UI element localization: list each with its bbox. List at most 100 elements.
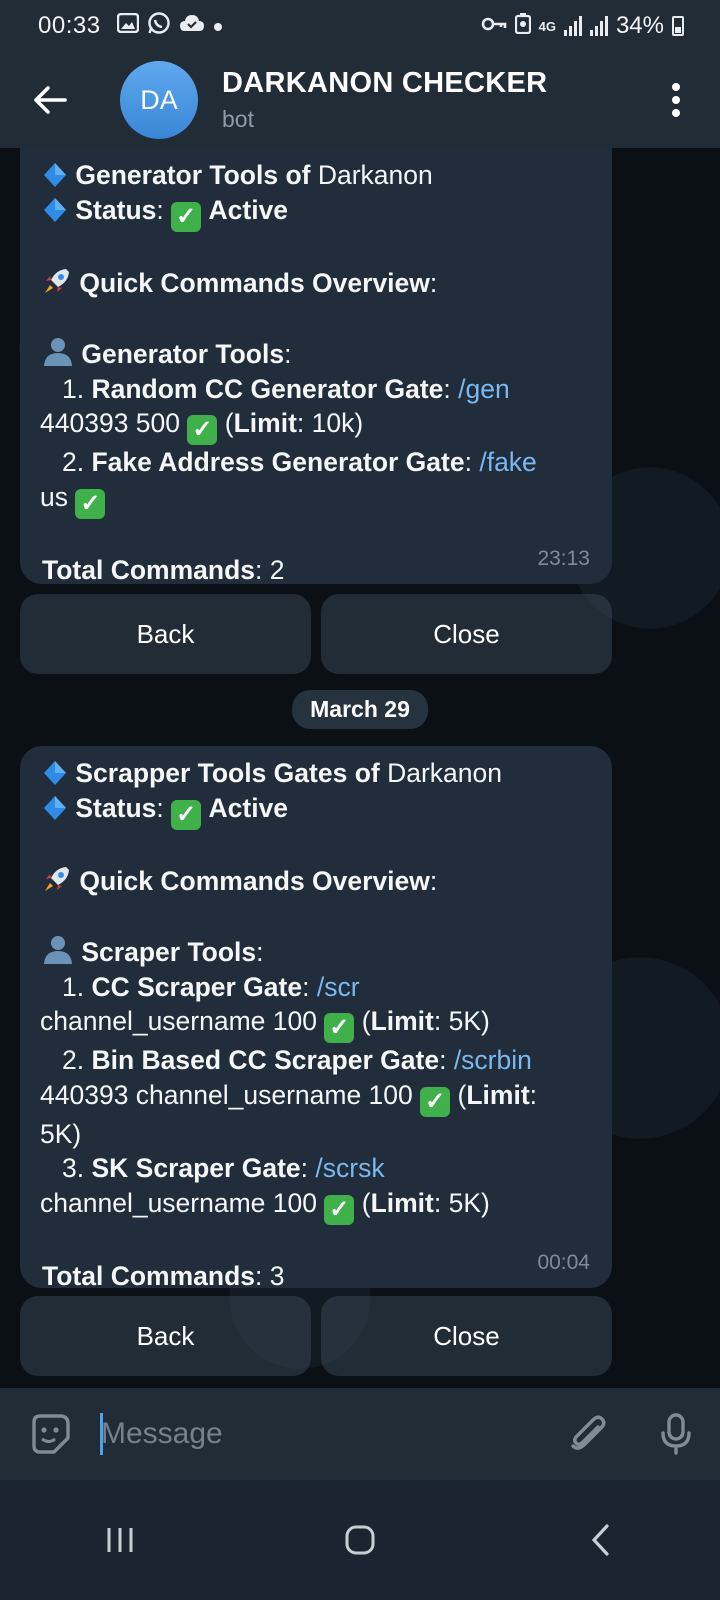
inline-keyboard: Back Close <box>20 1296 612 1376</box>
command-item: 3. SK Scraper Gate: /scrsk <box>42 1151 588 1186</box>
command-item: 1. Random CC Generator Gate: /gen <box>42 372 588 407</box>
recent-apps-icon <box>107 1528 133 1552</box>
command-args: us <box>40 481 68 512</box>
status-left: 00:33 <box>38 11 223 41</box>
signal-strength-icon-1 <box>563 16 582 36</box>
chat-subtitle: bot <box>222 106 254 132</box>
overview-heading: Quick Commands Overview <box>79 268 430 298</box>
status-right: 4G 34% <box>481 12 684 40</box>
back-button[interactable] <box>0 52 100 148</box>
chat-area[interactable]: Generator Tools of Darkanon Status: ✓ Ac… <box>0 148 720 1388</box>
message-line: 440393 500 ✓ (Limit: 10k) <box>40 408 364 445</box>
status-time: 00:33 <box>38 12 101 39</box>
status-bar: 00:33 4G 34% <box>0 0 720 52</box>
back-inline-button[interactable]: Back <box>20 594 311 674</box>
command-item: 2. Fake Address Generator Gate: /fake <box>42 445 588 480</box>
command-args: channel_username 100 <box>40 1187 317 1218</box>
message-line: Scrapper Tools Gates of Darkanon <box>42 756 588 791</box>
arrow-left-icon <box>34 86 67 114</box>
home-icon <box>345 1525 375 1555</box>
message-line: Status: ✓ Active <box>42 193 588 232</box>
system-navigation-bar <box>0 1480 720 1600</box>
message-line: 5K) <box>40 1117 588 1152</box>
attach-button[interactable] <box>544 1388 632 1480</box>
command-colon: : <box>464 447 472 477</box>
message-bubble: Scrapper Tools Gates of Darkanon Status:… <box>20 746 612 1291</box>
total-value: : 2 <box>255 555 285 585</box>
command-colon: : <box>302 971 310 1002</box>
message-line: Scraper Tools: <box>42 933 588 970</box>
battery-icon <box>672 16 684 36</box>
command-args: channel_username 100 <box>40 1006 317 1036</box>
section-colon: : <box>284 339 292 369</box>
close-inline-button[interactable]: Close <box>321 594 612 674</box>
voice-record-button[interactable] <box>632 1388 720 1480</box>
message-line: Generator Tools of Darkanon <box>42 158 588 193</box>
status-value: Active <box>208 194 289 225</box>
inline-keyboard: Back Close <box>20 594 612 674</box>
data-saver-icon <box>514 12 531 40</box>
message-input[interactable] <box>101 1417 544 1451</box>
command-link[interactable]: /scrsk <box>315 1153 384 1183</box>
section-heading: Scraper Tools <box>81 937 257 967</box>
more-vertical-icon <box>672 83 680 117</box>
limit-value: : 10k) <box>296 408 364 438</box>
emoji-button[interactable] <box>0 1388 100 1480</box>
back-inline-button[interactable]: Back <box>20 1296 311 1376</box>
message-line: Total Commands: 2 <box>42 553 588 588</box>
message-text: Darkanon <box>310 160 433 190</box>
item-number: 3. <box>62 1153 85 1183</box>
rocket-icon <box>45 867 69 891</box>
limit-value: 5K) <box>40 1118 82 1149</box>
microphone-icon <box>661 1413 691 1455</box>
chat-title-area[interactable]: DARKANON CHECKER bot <box>222 67 646 133</box>
command-name: Bin Based CC Scraper Gate <box>91 1045 440 1075</box>
system-back-button[interactable] <box>540 1500 660 1580</box>
more-notifications-dot-icon <box>213 15 223 38</box>
message-line: channel_username 100 ✓ (Limit: 5K) <box>40 1187 490 1225</box>
check-mark-icon: ✓ <box>75 488 106 519</box>
command-link[interactable]: /fake <box>479 447 536 477</box>
message-composer <box>0 1388 720 1480</box>
sticker-smile-icon <box>32 1414 70 1454</box>
command-link[interactable]: /scr <box>317 972 360 1002</box>
message-line: Status: ✓ Active <box>42 791 588 830</box>
battery-percent: 34% <box>615 12 664 39</box>
status-colon: : <box>156 194 164 225</box>
gallery-notification-icon <box>116 12 139 39</box>
close-inline-button[interactable]: Close <box>321 1296 612 1376</box>
command-colon: : <box>443 373 451 404</box>
item-number: 1. <box>62 971 85 1002</box>
message-line: 440393 channel_username 100 ✓ (Limit: <box>40 1079 538 1117</box>
recent-apps-button[interactable] <box>60 1500 180 1580</box>
limit-value: : 5K) <box>433 1006 490 1036</box>
command-link[interactable]: /scrbin <box>454 1045 532 1075</box>
command-name: Random CC Generator Gate <box>91 373 444 404</box>
home-button[interactable] <box>300 1500 420 1580</box>
message-line: Generator Tools: <box>42 335 588 372</box>
chat-header: DA DARKANON CHECKER bot <box>0 52 720 148</box>
more-options-button[interactable] <box>646 52 706 148</box>
command-colon: : <box>300 1153 309 1183</box>
blue-diamond-icon <box>44 163 66 187</box>
paperclip-icon <box>571 1415 606 1450</box>
item-number: 1. <box>62 373 85 404</box>
limit-label: Limit <box>233 408 297 438</box>
limit-label: Limit <box>370 1187 434 1218</box>
message-line: us ✓ <box>40 480 588 519</box>
message-bubble: Generator Tools of Darkanon Status: ✓ Ac… <box>20 148 612 585</box>
overview-heading: Quick Commands Overview <box>79 866 430 896</box>
avatar[interactable]: DA <box>120 61 198 139</box>
user-silhouette-icon <box>44 338 72 366</box>
command-name: CC Scraper Gate <box>91 971 303 1002</box>
command-name: Fake Address Generator Gate <box>91 447 465 477</box>
message-line: channel_username 100 ✓ (Limit: 5K) <box>40 1006 490 1043</box>
blue-diamond-icon <box>44 761 66 785</box>
message-time: 00:04 <box>537 1250 590 1274</box>
command-link[interactable]: /gen <box>458 374 510 404</box>
